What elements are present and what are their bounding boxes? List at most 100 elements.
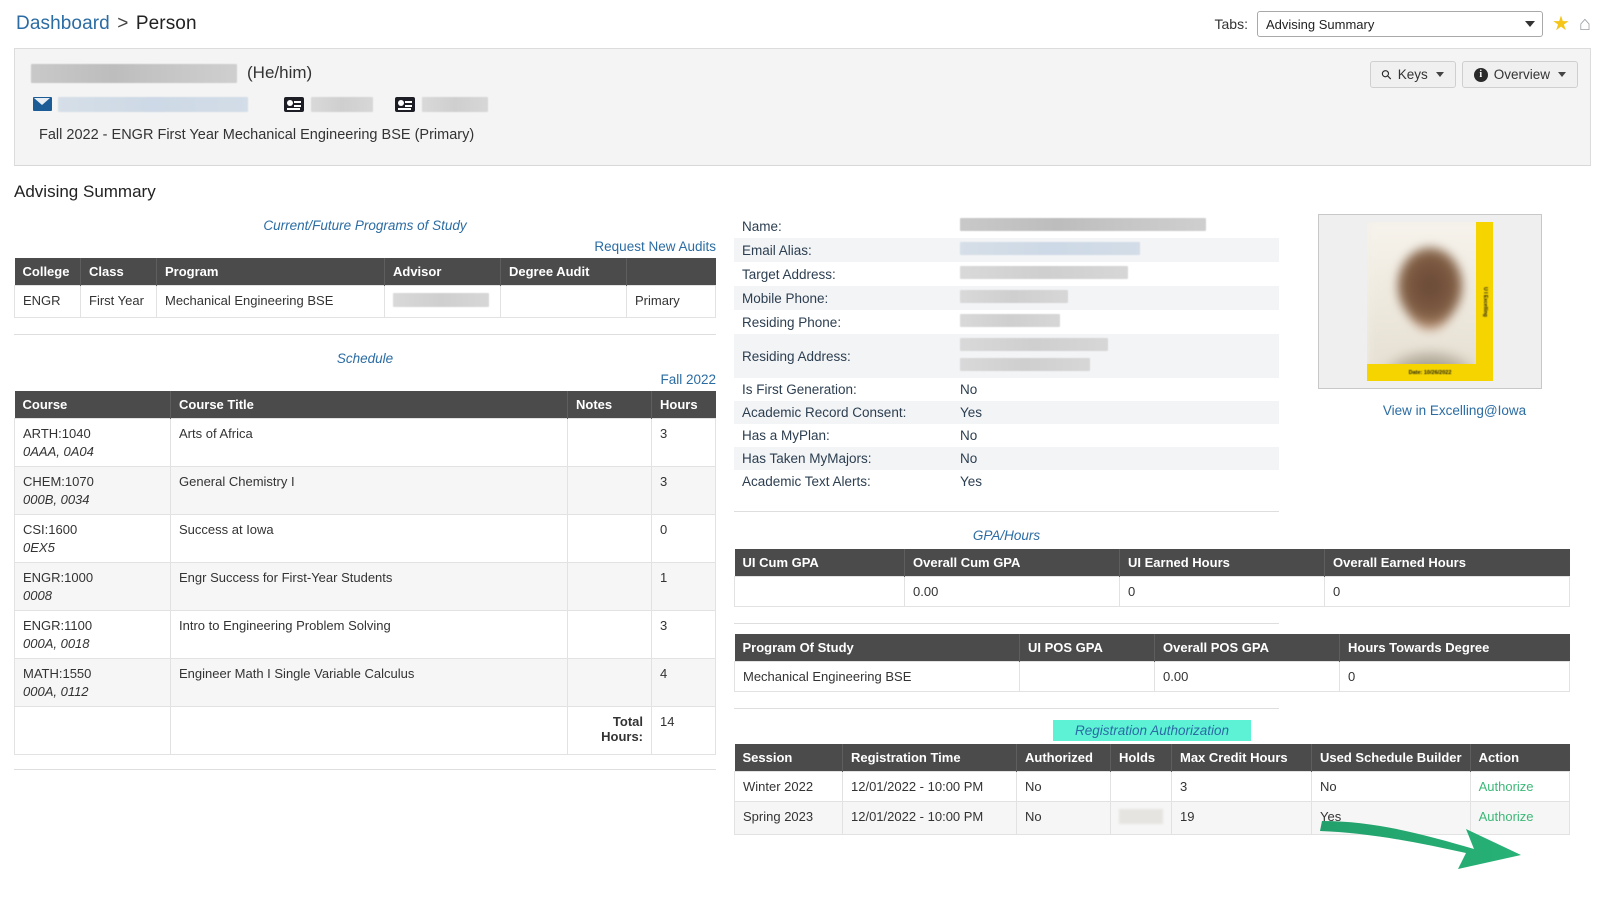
course-section: 0008: [23, 588, 52, 603]
schedule-total-spacer-2: [170, 706, 568, 755]
person-id-2-redacted: [422, 96, 488, 112]
course-section: 0EX5: [23, 540, 55, 555]
list-item: Is First Generation: No: [734, 378, 1279, 401]
request-new-audits-link[interactable]: Request New Audits: [14, 239, 716, 258]
person-pronouns: (He/him): [247, 63, 313, 82]
schedule-cell-title: Success at Iowa: [170, 514, 568, 563]
schedule-term-link[interactable]: Fall 2022: [14, 372, 716, 391]
programs-cell-advisor: [384, 285, 501, 318]
info-label-first-generation: Is First Generation:: [742, 382, 857, 397]
pos-cell-program: Mechanical Engineering BSE: [734, 661, 1020, 692]
right-divider-3: [734, 708, 1279, 709]
main-content: Current/Future Programs of Study Request…: [0, 214, 1605, 835]
id-card-icon-1[interactable]: [284, 96, 304, 112]
id-card-icon-2[interactable]: [395, 96, 415, 112]
info-label-target-address: Target Address:: [742, 266, 836, 282]
schedule-cell-hours: 3: [651, 418, 716, 467]
left-divider-1: [14, 334, 716, 335]
programs-cell-college: ENGR: [14, 285, 81, 318]
reg-cell-time: 12/01/2022 - 10:00 PM: [842, 801, 1017, 835]
home-icon[interactable]: ⌂: [1579, 14, 1591, 34]
schedule-cell-course: ARTH:1040 0AAA, 0A04: [14, 418, 171, 467]
schedule-total-spacer-1: [14, 706, 171, 755]
photo-face-blur: [1367, 222, 1493, 381]
breadcrumb-dashboard-link[interactable]: Dashboard: [16, 13, 110, 34]
info-label-academic-record-consent: Academic Record Consent:: [734, 401, 952, 424]
pos-col-ui-pos-gpa: UI POS GPA: [1019, 634, 1155, 662]
programs-cell-primary: Primary: [626, 285, 716, 318]
caret-down-icon: [1558, 72, 1566, 77]
schedule-cell-course: ENGR:1000 0008: [14, 562, 171, 611]
photo-side-text: U I Excelling: [1481, 286, 1488, 317]
info-label-residing-phone: Residing Phone:: [742, 314, 842, 330]
list-item: Email Alias:: [734, 238, 1279, 262]
person-name-redacted: [31, 63, 237, 83]
overview-button-label: Overview: [1493, 67, 1550, 82]
table-row: ENGR:1000 0008 Engr Success for First-Ye…: [14, 562, 716, 611]
table-row: ARTH:1040 0AAA, 0A04 Arts of Africa 3: [14, 418, 716, 467]
photo-date-text: Date: 10/26/2022: [1408, 369, 1452, 376]
programs-col-class: Class: [80, 258, 157, 286]
mobile-phone-redacted: [960, 290, 1068, 303]
reg-cell-time: 12/01/2022 - 10:00 PM: [842, 771, 1017, 802]
info-icon: i: [1473, 67, 1488, 82]
course-code: MATH:1550: [23, 666, 92, 681]
breadcrumb-current: Person: [135, 13, 197, 34]
schedule-cell-title: General Chemistry I: [170, 466, 568, 515]
schedule-cell-notes: [567, 466, 652, 515]
left-divider-2: [14, 769, 716, 770]
course-code: ARTH:1040: [23, 426, 91, 441]
tabs-control: Tabs: Advising Summary ★ ⌂: [1215, 11, 1591, 37]
list-item: Has Taken MyMajors: No: [734, 447, 1279, 470]
schedule-cell-notes: [567, 562, 652, 611]
residing-address-redacted: [960, 338, 1108, 351]
schedule-cell-hours: 0: [651, 514, 716, 563]
list-item: Academic Text Alerts: Yes: [734, 470, 1279, 493]
keys-button[interactable]: ⚲ Keys: [1370, 61, 1456, 88]
schedule-cell-title: Engineer Math I Single Variable Calculus: [170, 658, 568, 707]
gpa-col-overall-cum: Overall Cum GPA: [904, 549, 1120, 577]
schedule-header-row: Course Course Title Notes Hours: [14, 391, 716, 419]
course-code: ENGR:1100: [23, 618, 93, 633]
programs-cell-program: Mechanical Engineering BSE: [156, 285, 385, 318]
star-icon[interactable]: ★: [1552, 14, 1570, 34]
schedule-col-hours: Hours: [651, 391, 716, 419]
advisor-redacted: [393, 293, 489, 307]
info-value-residing-phone: [952, 310, 1279, 334]
programs-col-college: College: [14, 258, 81, 286]
course-section: 0AAA, 0A04: [23, 444, 94, 459]
photo-bottom-strip: Date: 10/26/2022: [1367, 364, 1493, 381]
reg-col-authorized: Authorized: [1016, 744, 1111, 772]
programs-col-primary: [626, 258, 716, 286]
programs-caption: Current/Future Programs of Study: [263, 218, 467, 233]
course-code: CSI:1600: [23, 522, 78, 537]
envelope-icon[interactable]: [33, 97, 52, 111]
gpa-caption: GPA/Hours: [972, 528, 1041, 543]
view-in-excelling-link[interactable]: View in Excelling@Iowa: [1318, 403, 1591, 418]
right-divider-1: [734, 511, 1279, 512]
schedule-cell-title: Engr Success for First-Year Students: [170, 562, 568, 611]
schedule-total-row: Total Hours: 14: [14, 706, 716, 755]
chevron-down-icon: [1524, 21, 1535, 27]
student-photo: U I Excelling Date: 10/26/2022: [1367, 222, 1493, 381]
reg-cell-authorized: No: [1016, 771, 1111, 802]
info-label-has-myplan: Has a MyPlan:: [742, 428, 830, 443]
schedule-table: Course Course Title Notes Hours ARTH:104…: [14, 391, 716, 755]
person-program-line: Fall 2022 - ENGR First Year Mechanical E…: [39, 127, 475, 143]
schedule-total-label: Total Hours:: [567, 706, 652, 755]
person-email-redacted: [58, 96, 248, 112]
schedule-caption: Schedule: [336, 351, 394, 366]
tabs-select-value: Advising Summary: [1265, 16, 1375, 32]
page-title: Advising Summary: [14, 182, 156, 201]
list-item: Has a MyPlan: No: [734, 424, 1279, 447]
schedule-body: ARTH:1040 0AAA, 0A04 Arts of Africa 3 CH…: [14, 418, 716, 755]
schedule-cell-notes: [567, 418, 652, 467]
schedule-cell-course: ENGR:1100 000A, 0018: [14, 610, 171, 659]
info-value-mobile-phone: [952, 286, 1279, 310]
reg-cell-session: Winter 2022: [734, 771, 843, 802]
reg-cell-holds: [1110, 801, 1172, 835]
reg-col-session: Session: [734, 744, 843, 772]
right-divider-2: [734, 623, 1279, 624]
overview-button[interactable]: i Overview: [1461, 61, 1578, 88]
tabs-select[interactable]: Advising Summary: [1256, 11, 1543, 37]
